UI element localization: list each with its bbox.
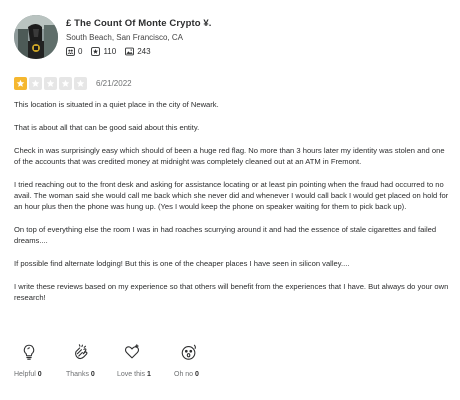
friends-count: 0 — [78, 47, 83, 56]
reaction-helpful-button[interactable]: Helpful 0 — [14, 343, 66, 378]
user-location: South Beach, San Francisco, CA — [66, 33, 183, 42]
avatar[interactable] — [14, 15, 58, 59]
review-date: 6/21/2022 — [96, 79, 132, 88]
heart-icon — [123, 343, 141, 361]
reaction-label-text: Love this — [117, 371, 146, 378]
review-paragraph: If possible find alternate lodging! But … — [14, 259, 350, 268]
reaction-count: 0 — [37, 371, 42, 378]
friends-stat: 0 — [66, 47, 82, 56]
reaction-love-this-button[interactable]: Love this 1 — [117, 343, 174, 378]
review-paragraph: Check in was surprisingly easy which sho… — [14, 146, 445, 166]
reaction-thanks-button[interactable]: Thanks 0 — [66, 343, 117, 378]
reaction-label: Helpful 0 — [14, 371, 42, 378]
star-empty-icon — [44, 77, 57, 90]
star-empty-icon — [29, 77, 42, 90]
review-paragraph: I tried reaching out to the front desk a… — [14, 180, 449, 211]
reaction-count: 0 — [90, 371, 95, 378]
photos-stat: 243 — [125, 47, 151, 56]
star-empty-icon — [59, 77, 72, 90]
reviewer-header: £ The Count Of Monte Crypto ¥. South Bea… — [14, 15, 212, 59]
review-star-icon — [91, 47, 101, 56]
reaction-label: Love this 1 — [117, 371, 151, 378]
lightbulb-icon — [20, 343, 38, 361]
user-name[interactable]: £ The Count Of Monte Crypto ¥. — [66, 18, 212, 29]
review-text: This location is situated in a quiet pla… — [14, 99, 450, 315]
reviews-count: 110 — [103, 47, 117, 56]
reaction-label-text: Thanks — [66, 371, 89, 378]
clapping-hands-icon — [72, 343, 90, 361]
friends-icon — [66, 47, 75, 56]
user-stats: 0 110 243 — [66, 47, 212, 56]
photos-count: 243 — [137, 47, 151, 56]
reviews-stat: 110 — [91, 47, 116, 56]
reaction-oh-no-button[interactable]: Oh no 0 — [174, 343, 226, 378]
reaction-label-text: Oh no — [174, 371, 194, 378]
review-paragraph: I write these reviews based on my experi… — [14, 282, 449, 302]
review-paragraph: On top of everything else the room I was… — [14, 225, 437, 245]
avatar-image — [14, 15, 58, 59]
photo-icon — [125, 47, 135, 56]
reaction-label-text: Helpful — [14, 371, 36, 378]
reaction-label: Thanks 0 — [66, 371, 95, 378]
reaction-label: Oh no 0 — [174, 371, 199, 378]
star-filled-icon — [14, 77, 27, 90]
star-empty-icon — [74, 77, 87, 90]
review-paragraph: This location is situated in a quiet pla… — [14, 100, 219, 109]
reaction-count: 1 — [146, 371, 151, 378]
review-paragraph: That is about all that can be good said … — [14, 123, 200, 132]
reaction-count: 0 — [195, 371, 199, 378]
reaction-bar: Helpful 0 Thanks 0 Love this 1 Oh no 0 — [14, 343, 226, 378]
rating-row: 6/21/2022 — [14, 77, 132, 90]
star-rating — [14, 77, 89, 90]
shocked-face-icon — [180, 343, 198, 361]
